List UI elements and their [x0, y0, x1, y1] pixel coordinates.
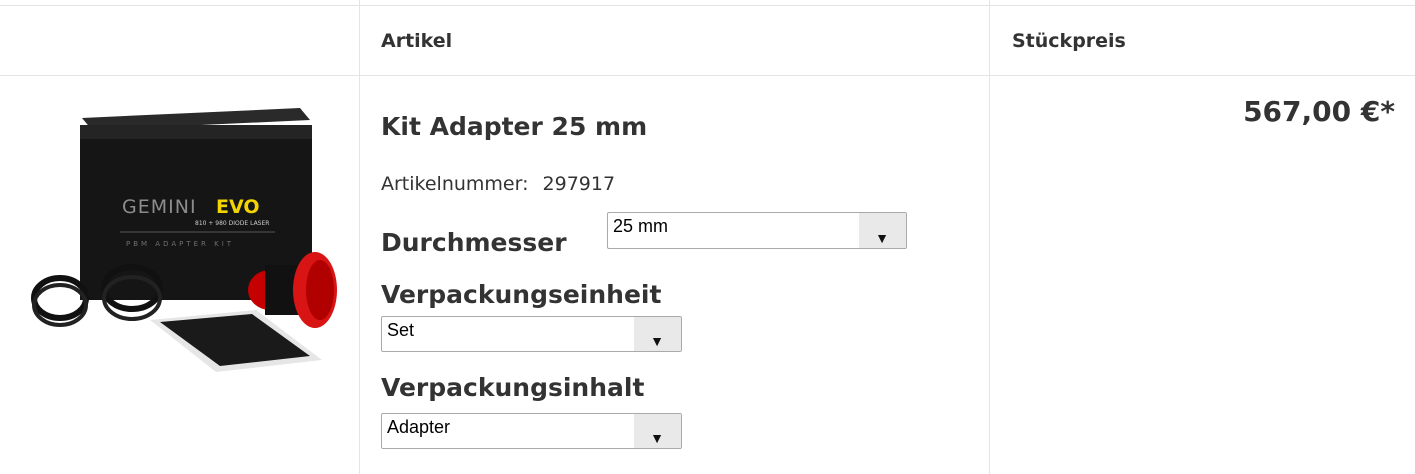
- cart-table: Artikel Stückpreis GEMINI EVO 810 + 980 …: [0, 0, 1415, 474]
- box-subtitle: 810 + 980 DIODE LASER: [195, 220, 269, 227]
- article-number-label: Artikelnummer:: [381, 173, 529, 195]
- option-label-verpackungseinheit: Verpackungseinheit: [381, 280, 662, 309]
- select-value: Set: [387, 320, 415, 340]
- column-header-article: Artikel: [381, 30, 453, 52]
- box-brand-text: GEMINI: [122, 196, 197, 218]
- chevron-down-icon: ▼: [650, 430, 664, 446]
- select-verpackungsinhalt[interactable]: Adapter ▼: [381, 413, 682, 449]
- article-number: Artikelnummer: 297917: [381, 173, 615, 195]
- select-value: Adapter: [387, 417, 451, 437]
- box-label: PBM ADAPTER KIT: [126, 240, 234, 248]
- select-button[interactable]: ▼: [859, 213, 906, 248]
- article-number-value: 297917: [542, 173, 616, 195]
- product-title[interactable]: Kit Adapter 25 mm: [381, 112, 647, 141]
- product-image[interactable]: GEMINI EVO 810 + 980 DIODE LASER PBM ADA…: [20, 90, 340, 380]
- header-divider: [0, 75, 1415, 76]
- box-brand-accent: EVO: [216, 196, 260, 218]
- chevron-down-icon: ▼: [650, 333, 664, 349]
- select-durchmesser[interactable]: 25 mm ▼: [607, 212, 907, 249]
- table-top-border: [0, 5, 1415, 6]
- column-header-price: Stückpreis: [1012, 30, 1126, 52]
- select-value: 25 mm: [613, 216, 669, 236]
- select-button[interactable]: ▼: [634, 317, 681, 351]
- column-divider: [989, 0, 990, 474]
- select-verpackungseinheit[interactable]: Set ▼: [381, 316, 682, 352]
- option-label-verpackungsinhalt: Verpackungsinhalt: [381, 373, 645, 402]
- select-button[interactable]: ▼: [634, 414, 681, 448]
- option-label-durchmesser: Durchmesser: [381, 228, 567, 257]
- unit-price: 567,00 €*: [1243, 95, 1395, 128]
- column-divider: [359, 0, 360, 474]
- chevron-down-icon: ▼: [875, 230, 889, 246]
